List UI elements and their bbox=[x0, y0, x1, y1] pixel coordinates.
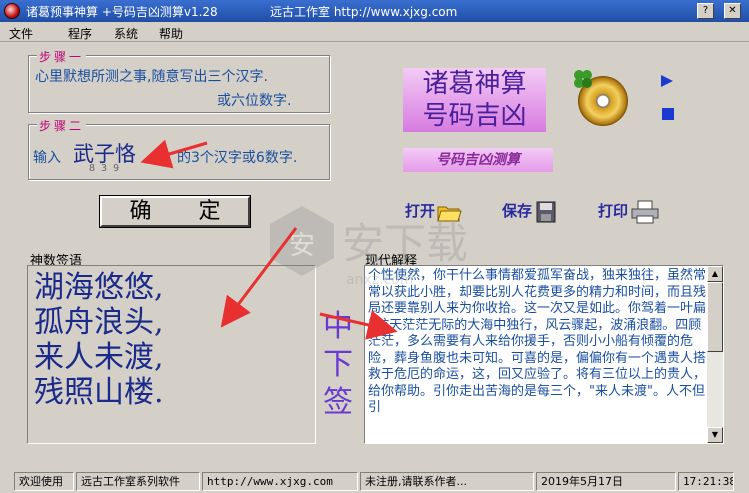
scroll-down-icon[interactable]: ▼ bbox=[707, 427, 723, 443]
menu-program[interactable]: 程序 bbox=[68, 25, 92, 42]
explain-textbox[interactable]: 个性使然，你干什么事情都爱孤军奋战，独来独往，虽然常常以获此小胜，却要比别人花费… bbox=[364, 265, 724, 444]
print-label: 打印 bbox=[598, 202, 629, 220]
status-url: http://www.xjxg.com bbox=[202, 472, 358, 491]
open-label: 打开 bbox=[405, 202, 436, 220]
confirm-button[interactable]: 确 定 bbox=[100, 196, 250, 227]
save-label: 保存 bbox=[502, 202, 533, 220]
step1-group: 步骤一 心里默想所测之事,随意写出三个汉字. 或六位数字. bbox=[28, 48, 330, 113]
step2-suffix-b: 的3个汉字或6数字. bbox=[177, 150, 298, 166]
app-subtitle-logo: 号码吉凶测算 bbox=[403, 148, 553, 172]
open-button[interactable]: 打开 bbox=[405, 197, 463, 225]
menu-help[interactable]: 帮助 bbox=[159, 25, 183, 42]
scroll-thumb[interactable] bbox=[707, 282, 723, 352]
play-icon[interactable] bbox=[660, 75, 674, 87]
app-icon[interactable] bbox=[4, 3, 20, 19]
window-publisher: 远古工作室 http://www.xjxg.com bbox=[270, 5, 458, 19]
status-registration: 未注册,请联系作者... bbox=[360, 472, 534, 491]
window-title: 诸葛预事神算 +号码吉凶测算v1.28 bbox=[26, 5, 218, 19]
stroke-digits: 8 3 9 bbox=[89, 163, 120, 174]
poem-line: 孤舟浪头, bbox=[34, 305, 164, 340]
step1-line2: 或六位数字. bbox=[217, 93, 292, 109]
close-icon[interactable]: ✕ bbox=[724, 3, 741, 19]
print-button[interactable]: 打印 bbox=[598, 197, 660, 225]
vertical-scrollbar[interactable]: ▲ ▼ bbox=[707, 266, 723, 443]
printer-icon bbox=[631, 200, 659, 223]
status-date: 2019年5月17日 bbox=[536, 472, 676, 491]
logo-title-line1: 诸葛神算 bbox=[422, 69, 527, 99]
step1-line1: 心里默想所测之事,随意写出三个汉字. bbox=[35, 69, 268, 85]
step2-group: 步骤二 输入 武子恪 则 的3个汉字或6数字. 8 3 9 bbox=[28, 117, 330, 180]
poem-line: 来人未渡, bbox=[34, 340, 164, 375]
svg-text:安: 安 bbox=[289, 231, 315, 261]
status-time: 17:21:38 bbox=[678, 472, 734, 491]
step2-suffix-a: 则 bbox=[153, 150, 167, 166]
menu-file[interactable]: 文件 bbox=[9, 25, 33, 42]
menu-bar: 文件 程序 系统 帮助 bbox=[0, 22, 749, 42]
save-button[interactable]: 保存 bbox=[502, 197, 558, 225]
floppy-icon bbox=[536, 201, 556, 222]
app-logo-title: 诸葛神算 号码吉凶 bbox=[403, 68, 546, 132]
step1-legend: 步骤一 bbox=[37, 48, 87, 65]
clover-icon bbox=[574, 70, 592, 88]
step2-prefix: 输入 bbox=[33, 150, 61, 166]
explain-text: 个性使然，你干什么事情都爱孤军奋战，独来独往，虽然常常以获此小胜，却要比别人花费… bbox=[368, 268, 707, 415]
logo-title-line2: 号码吉凶 bbox=[422, 101, 527, 131]
menu-system[interactable]: 系统 bbox=[114, 25, 138, 42]
help-icon[interactable]: ? bbox=[697, 3, 714, 19]
status-bar: 欢迎使用 远古工作室系列软件 http://www.xjxg.com 未注册,请… bbox=[0, 470, 749, 493]
stop-icon[interactable] bbox=[662, 108, 674, 120]
scroll-up-icon[interactable]: ▲ bbox=[707, 266, 723, 282]
folder-icon bbox=[437, 206, 462, 221]
poem-box: 湖海悠悠, 孤舟浪头, 来人未渡, 残照山楼. bbox=[27, 265, 316, 444]
poem-line: 残照山楼. bbox=[34, 375, 164, 410]
step2-legend: 步骤二 bbox=[37, 117, 87, 134]
status-welcome: 欢迎使用 bbox=[14, 472, 74, 491]
verdict-label: 中下签 bbox=[323, 309, 353, 420]
poem-line: 湖海悠悠, bbox=[34, 270, 164, 305]
status-series: 远古工作室系列软件 bbox=[76, 472, 200, 491]
title-bar: 诸葛预事神算 +号码吉凶测算v1.28 远古工作室 http://www.xjx… bbox=[0, 0, 749, 22]
